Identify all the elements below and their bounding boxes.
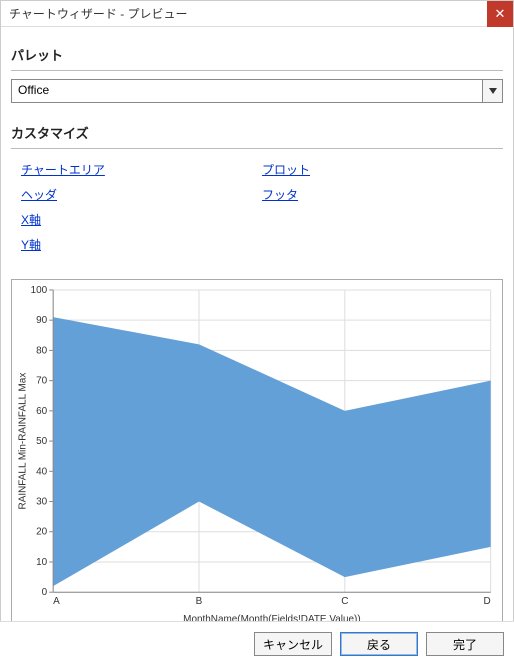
titlebar: チャートウィザード - プレビュー ✕ (1, 1, 513, 27)
customize-section-title: カスタマイズ (11, 115, 503, 149)
chart-svg: 0102030405060708090100ABCDMonthName(Mont… (12, 280, 502, 628)
link-plot[interactable]: プロット (262, 161, 310, 178)
link-y-axis[interactable]: Y軸 (21, 236, 41, 253)
svg-text:A: A (53, 596, 60, 607)
link-chart-area[interactable]: チャートエリア (21, 161, 105, 178)
chart-preview: 0102030405060708090100ABCDMonthName(Mont… (11, 279, 503, 629)
finish-button[interactable]: 完了 (426, 632, 504, 656)
svg-text:100: 100 (31, 285, 48, 296)
svg-text:30: 30 (36, 497, 48, 508)
palette-select[interactable]: Office (11, 79, 503, 103)
svg-text:60: 60 (36, 406, 48, 417)
svg-text:50: 50 (36, 436, 48, 447)
window-title: チャートウィザード - プレビュー (9, 5, 188, 22)
svg-text:D: D (483, 596, 490, 607)
palette-section-title: パレット (11, 37, 503, 71)
svg-text:0: 0 (42, 587, 48, 598)
customize-links-right: プロット フッタ (262, 161, 503, 253)
customize-links-left: チャートエリア ヘッダ X軸 Y軸 (21, 161, 262, 253)
svg-text:40: 40 (36, 466, 48, 477)
svg-text:RAINFALL Min-RAINFALL Max: RAINFALL Min-RAINFALL Max (17, 373, 28, 510)
link-footer[interactable]: フッタ (262, 186, 298, 203)
close-icon: ✕ (495, 6, 506, 22)
close-button[interactable]: ✕ (487, 1, 513, 27)
dialog-footer: キャンセル 戻る 完了 (0, 621, 514, 666)
link-x-axis[interactable]: X軸 (21, 211, 41, 228)
chevron-down-icon (489, 88, 497, 94)
svg-text:90: 90 (36, 315, 48, 326)
palette-select-value: Office (12, 80, 482, 102)
customize-links: チャートエリア ヘッダ X軸 Y軸 プロット フッタ (11, 157, 503, 263)
cancel-button[interactable]: キャンセル (254, 632, 332, 656)
link-header[interactable]: ヘッダ (21, 186, 57, 203)
svg-text:80: 80 (36, 345, 48, 356)
svg-text:C: C (341, 596, 348, 607)
palette-select-dropdown-button[interactable] (482, 80, 502, 102)
back-button[interactable]: 戻る (340, 632, 418, 656)
svg-text:B: B (196, 596, 203, 607)
svg-text:70: 70 (36, 376, 48, 387)
svg-text:10: 10 (36, 557, 48, 568)
svg-text:20: 20 (36, 527, 48, 538)
